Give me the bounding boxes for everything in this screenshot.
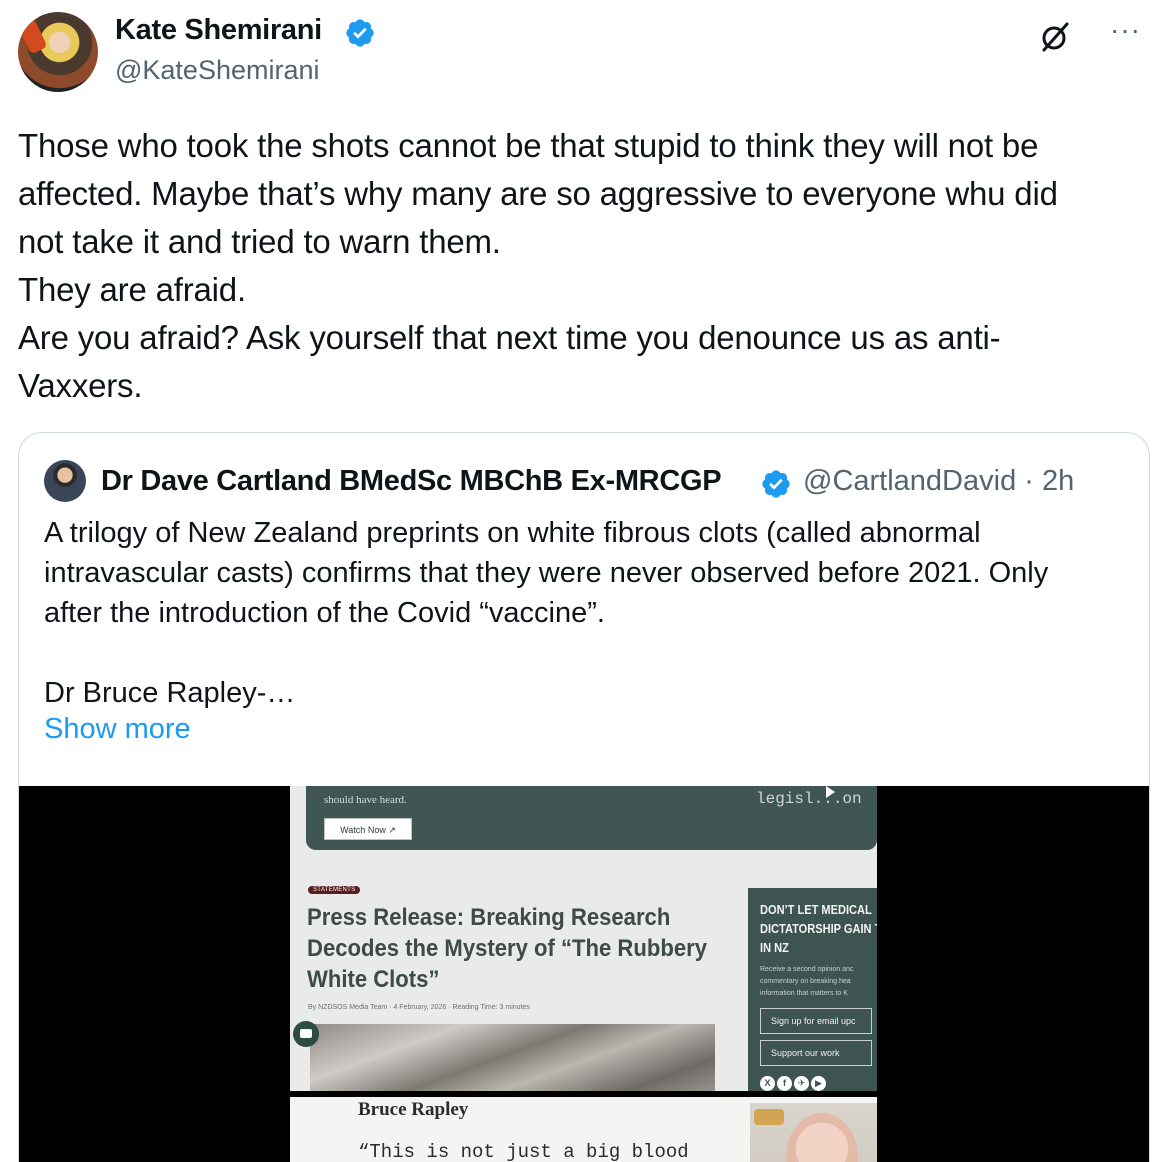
lower-quote: “This is not just a big blood (358, 1141, 689, 1162)
sidebar-title-line: DON’T LET MEDICAL (760, 902, 872, 917)
youtube-icon: ▶ (811, 1076, 826, 1091)
site-sidebar: DON’T LET MEDICAL DICTATORSHIP GAIN TR I… (748, 888, 877, 1096)
banner-text: should have heard. (324, 794, 407, 806)
more-options-icon[interactable]: ··· (1110, 16, 1141, 44)
quoted-line: Dr Bruce Rapley-… (44, 677, 296, 709)
sidebar-description: Receive a second opinion anc commentary … (760, 964, 853, 1000)
tweet-line: They are afraid. (18, 271, 246, 308)
tweet-line: not take it and tried to warn them. (18, 223, 501, 260)
support-work-button: Support our work (760, 1040, 872, 1066)
verified-badge-icon (346, 19, 374, 47)
quoted-line: after the introduction of the Covid “vac… (44, 597, 605, 629)
social-icons: X f ✈ ▶ (760, 1076, 826, 1091)
lower-panel: Bruce Rapley “This is not just a big blo… (290, 1097, 877, 1162)
tweet-line: Those who took the shots cannot be that … (18, 127, 1039, 164)
sidebar-title-line: DICTATORSHIP GAIN TR (760, 921, 877, 936)
quoted-line: A trilogy of New Zealand preprints on wh… (44, 517, 981, 549)
quoted-line (44, 633, 1134, 673)
site-banner: should have heard. Watch Now ↗ legisl...… (306, 786, 877, 850)
grok-icon[interactable] (1038, 20, 1072, 54)
webcam-person (750, 1103, 877, 1162)
tweet-line: Vaxxers. (18, 367, 143, 404)
article-headline: Press Release: Breaking Research Decodes… (307, 902, 707, 995)
banner-right-text: legisl...on (756, 790, 862, 808)
headline-line: Press Release: Breaking Research (307, 904, 671, 931)
quoted-author-name[interactable]: Dr Dave Cartland BMedSc MBChB Ex-MRCGP (101, 465, 722, 498)
tweet-line: Are you afraid? Ask yourself that next t… (18, 319, 1001, 356)
telegram-icon: ✈ (794, 1076, 809, 1091)
tweet-text: Those who took the shots cannot be that … (18, 122, 1148, 410)
quoted-tweet-card[interactable]: Dr Dave Cartland BMedSc MBChB Ex-MRCGP @… (18, 432, 1150, 1162)
author-name[interactable]: Kate Shemirani (115, 14, 322, 47)
microphone-graphic (18, 19, 48, 55)
chat-icon (293, 1021, 319, 1047)
verified-badge-icon (762, 470, 790, 498)
lower-name: Bruce Rapley (358, 1099, 469, 1120)
video-frame: should have heard. Watch Now ↗ legisl...… (290, 786, 877, 1162)
x-icon: X (760, 1076, 775, 1091)
sidebar-desc-line: commentary on breaking hea (760, 978, 851, 985)
sidebar-title: DON’T LET MEDICAL DICTATORSHIP GAIN TR I… (760, 900, 877, 957)
article-byline: By NZDSOS Media Team · 4 February, 2026 … (308, 1004, 530, 1011)
headline-line: Decodes the Mystery of “The Rubbery (307, 935, 707, 962)
show-more-link[interactable]: Show more (44, 713, 191, 746)
sidebar-desc-line: Receive a second opinion anc (760, 966, 854, 973)
sidebar-desc-line: information that matters to K (760, 990, 848, 997)
watch-now-button: Watch Now ↗ (324, 818, 412, 840)
headline-line: White Clots” (307, 966, 440, 993)
quoted-handle-time[interactable]: @CartlandDavid · 2h (803, 465, 1074, 498)
video-player[interactable]: should have heard. Watch Now ↗ legisl...… (19, 786, 1149, 1162)
signup-email-button: Sign up for email upc (760, 1008, 872, 1034)
background-object (754, 1109, 784, 1125)
quoted-line: intravascular casts) confirms that they … (44, 557, 1049, 589)
tweet-line: affected. Maybe that’s why many are so a… (18, 175, 1058, 212)
quoted-author-avatar[interactable] (44, 460, 86, 502)
facebook-icon: f (777, 1076, 792, 1091)
sidebar-title-line: IN NZ (760, 940, 789, 955)
quoted-tweet-text: A trilogy of New Zealand preprints on wh… (44, 513, 1134, 713)
author-handle[interactable]: @KateShemirani (115, 55, 320, 86)
statements-tag: STATEMENTS (308, 886, 361, 894)
speaker-face (786, 1113, 858, 1162)
author-avatar[interactable] (18, 12, 98, 92)
